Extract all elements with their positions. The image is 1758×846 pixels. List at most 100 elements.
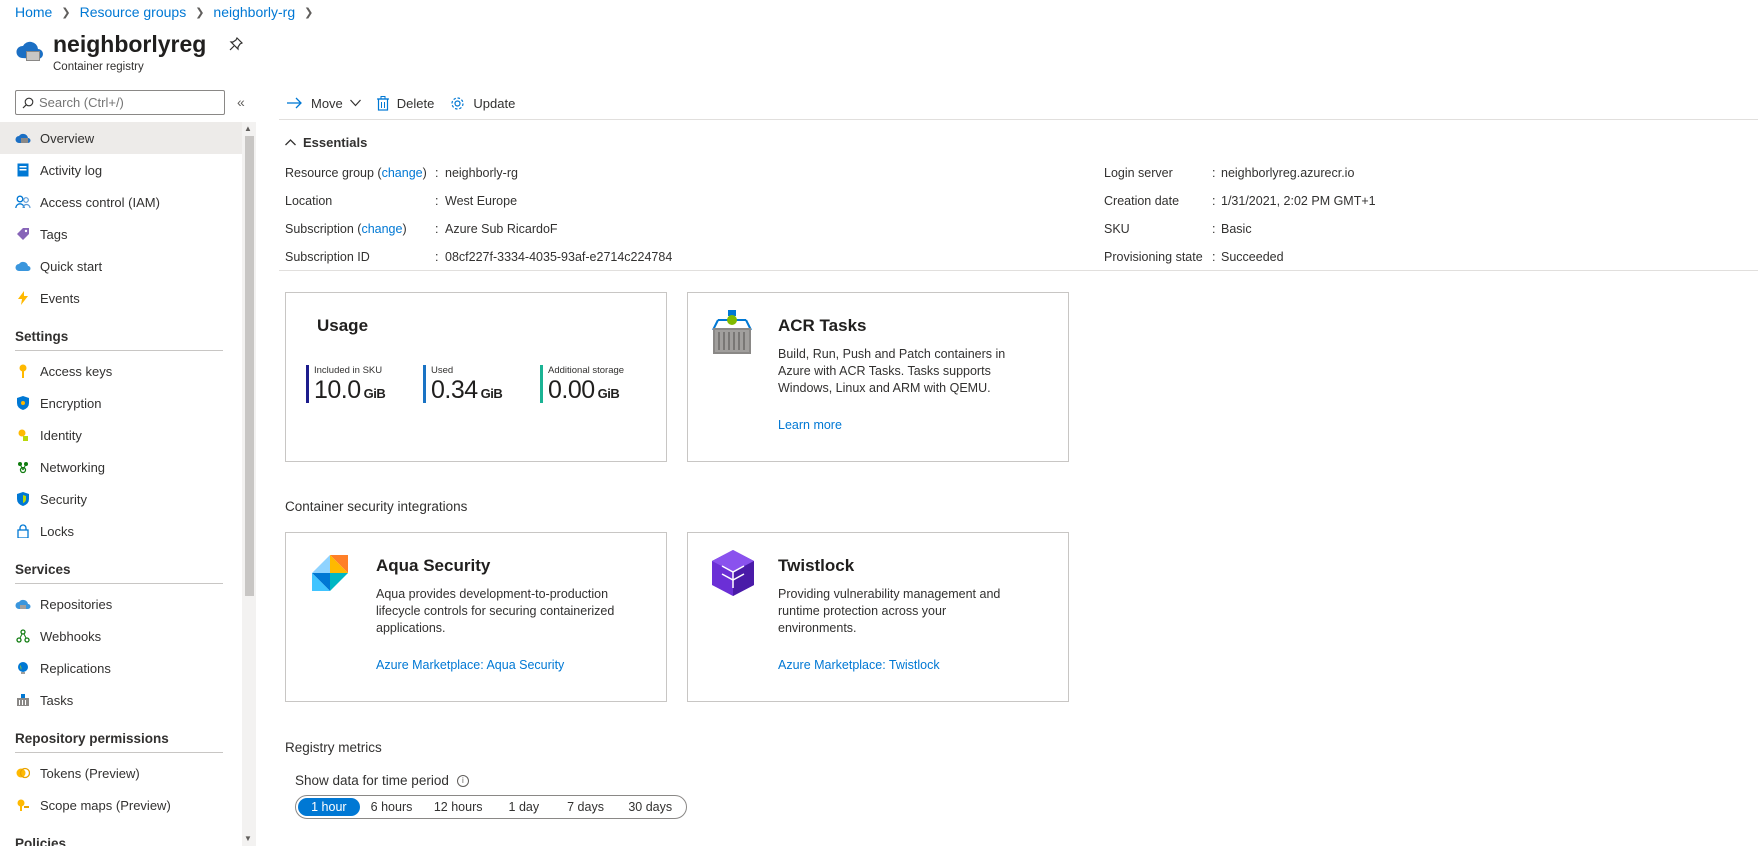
- twistlock-card: Twistlock Providing vulnerability manage…: [687, 532, 1069, 702]
- change-subscription-link[interactable]: change: [361, 222, 402, 236]
- provisioning-state-value: Succeeded: [1221, 250, 1284, 264]
- token-icon: [15, 765, 31, 781]
- usage-card: Usage Included in SKU 10.0 GiB Used 0.34 G…: [285, 292, 667, 462]
- acr-tasks-card: ACR Tasks Build, Run, Push and Patch con…: [687, 292, 1069, 462]
- sidebar-item-overview[interactable]: Overview: [0, 122, 242, 154]
- search-box[interactable]: [15, 90, 225, 115]
- period-12-hours[interactable]: 12 hours: [423, 798, 493, 816]
- log-icon: [15, 162, 31, 178]
- webhook-icon: [15, 628, 31, 644]
- people-icon: [15, 194, 31, 210]
- login-server-value: neighborlyreg.azurecr.io: [1221, 166, 1355, 180]
- aqua-security-description: Aqua provides development-to-production …: [376, 587, 615, 635]
- chevron-down-icon: [349, 99, 361, 107]
- sidebar-item-tokens[interactable]: Tokens (Preview): [0, 757, 242, 789]
- search-icon: [22, 97, 34, 108]
- nav-section-services: Services: [15, 562, 71, 577]
- sidebar-item-access-keys[interactable]: Access keys: [0, 355, 242, 387]
- acr-tasks-icon: [712, 310, 752, 354]
- aqua-security-title: Aqua Security: [376, 556, 491, 575]
- page-title: neighborlyreg: [53, 31, 207, 57]
- sidebar-item-tags[interactable]: Tags: [0, 218, 242, 250]
- nav-section-settings: Settings: [15, 329, 69, 344]
- period-1-hour[interactable]: 1 hour: [298, 798, 360, 816]
- chevron-right-icon: ❯: [195, 6, 205, 19]
- usage-title: Usage: [317, 316, 369, 335]
- pin-icon[interactable]: [228, 36, 244, 52]
- update-button[interactable]: Update: [450, 96, 515, 111]
- sidebar-item-quick-start[interactable]: Quick start: [0, 250, 242, 282]
- sidebar-item-tasks[interactable]: Tasks: [0, 684, 242, 716]
- globe-icon: [15, 660, 31, 676]
- time-period-selector: 1 hour 6 hours 12 hours 1 day 7 days 30 …: [295, 795, 687, 819]
- resource-group-link[interactable]: neighborly-rg: [445, 166, 518, 180]
- gear-icon: [451, 96, 464, 110]
- sidebar-scrollbar[interactable]: ▲ ▼: [242, 122, 256, 846]
- period-7-days[interactable]: 7 days: [555, 798, 617, 816]
- divider: [279, 119, 1758, 120]
- chevron-right-icon: ❯: [61, 6, 71, 19]
- collapse-sidebar-icon[interactable]: «: [237, 94, 245, 110]
- sidebar-item-activity-log[interactable]: Activity log: [0, 154, 242, 186]
- resource-header: neighborlyreg Container registry: [14, 30, 244, 80]
- sidebar-item-networking[interactable]: Networking: [0, 451, 242, 483]
- command-bar: Move Delete Update: [287, 90, 531, 116]
- sidebar-item-iam[interactable]: Access control (IAM): [0, 186, 242, 218]
- sidebar-item-security[interactable]: Security: [0, 483, 242, 515]
- move-button[interactable]: Move: [287, 96, 361, 111]
- twistlock-marketplace-link[interactable]: Azure Marketplace: Twistlock: [778, 658, 940, 672]
- sidebar-item-encryption[interactable]: Encryption: [0, 387, 242, 419]
- scroll-up-icon[interactable]: ▲: [244, 124, 252, 133]
- chevron-right-icon: ❯: [304, 6, 314, 19]
- search-input[interactable]: [39, 95, 209, 110]
- shield-icon: [15, 395, 31, 411]
- identity-key-icon: [15, 427, 31, 443]
- subscription-link[interactable]: Azure Sub RicardoF: [445, 222, 558, 236]
- sidebar-item-identity[interactable]: Identity: [0, 419, 242, 451]
- tasks-icon: [15, 692, 31, 708]
- breadcrumb-resource-groups[interactable]: Resource groups: [80, 4, 187, 20]
- divider: [279, 270, 1758, 271]
- delete-button[interactable]: Delete: [376, 95, 434, 111]
- time-period-label: Show data for time period i: [295, 773, 469, 788]
- info-icon[interactable]: i: [456, 774, 469, 787]
- registry-metrics-heading: Registry metrics: [285, 740, 382, 755]
- tag-icon: [15, 226, 31, 242]
- repo-cloud-icon: [15, 596, 31, 612]
- cloud-icon: [15, 130, 31, 146]
- period-6-hours[interactable]: 6 hours: [360, 798, 424, 816]
- aqua-marketplace-link[interactable]: Azure Marketplace: Aqua Security: [376, 658, 564, 672]
- divider: [15, 583, 223, 584]
- breadcrumb-neighborly-rg[interactable]: neighborly-rg: [213, 4, 295, 20]
- sidebar-item-repositories[interactable]: Repositories: [0, 588, 242, 620]
- acr-tasks-description: Build, Run, Push and Patch containers in…: [778, 347, 1006, 395]
- period-30-days[interactable]: 30 days: [616, 798, 684, 816]
- essentials-toggle[interactable]: Essentials: [285, 135, 367, 150]
- twistlock-description: Providing vulnerability management and r…: [778, 587, 1001, 635]
- scope-icon: [15, 797, 31, 813]
- network-icon: [15, 459, 31, 475]
- breadcrumb: Home ❯ Resource groups ❯ neighborly-rg ❯: [15, 3, 322, 21]
- acr-tasks-title: ACR Tasks: [778, 316, 867, 335]
- scroll-thumb[interactable]: [245, 136, 254, 596]
- sku-value: Basic: [1221, 222, 1252, 236]
- sidebar-item-replications[interactable]: Replications: [0, 652, 242, 684]
- usage-metric-used: Used 0.34 GiB: [423, 365, 503, 404]
- container-registry-icon: [16, 41, 43, 61]
- breadcrumb-home[interactable]: Home: [15, 4, 52, 20]
- period-1-day[interactable]: 1 day: [493, 798, 555, 816]
- chevron-up-icon: [285, 139, 296, 146]
- sidebar-item-events[interactable]: Events: [0, 282, 242, 314]
- change-resource-group-link[interactable]: change: [382, 166, 423, 180]
- sidebar-item-webhooks[interactable]: Webhooks: [0, 620, 242, 652]
- subscription-id-value: 08cf227f-3334-4035-93af-e2714c224784: [445, 250, 673, 264]
- scroll-down-icon[interactable]: ▼: [244, 834, 252, 843]
- usage-metric-included: Included in SKU 10.0 GiB: [306, 365, 386, 404]
- integrations-heading: Container security integrations: [285, 499, 468, 514]
- twistlock-logo-icon: [712, 550, 754, 596]
- divider: [15, 752, 223, 753]
- sidebar-item-locks[interactable]: Locks: [0, 515, 242, 547]
- lightning-icon: [15, 290, 31, 306]
- sidebar-item-scope-maps[interactable]: Scope maps (Preview): [0, 789, 242, 821]
- learn-more-link[interactable]: Learn more: [778, 418, 842, 432]
